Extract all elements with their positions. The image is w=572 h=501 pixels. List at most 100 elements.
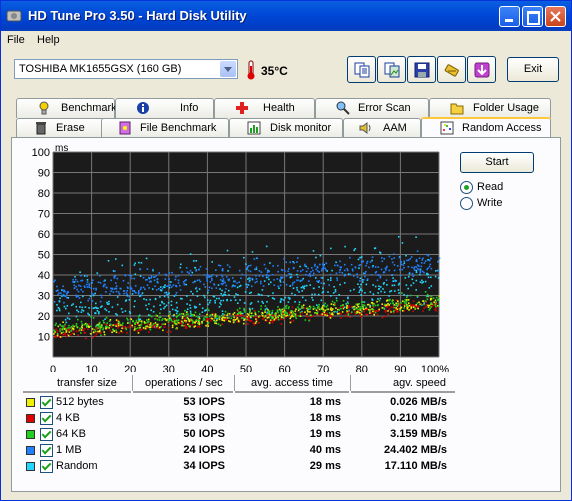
data-point-64-kb (298, 303, 300, 306)
exit-button[interactable]: Exit (507, 57, 559, 82)
data-point-64-kb (376, 304, 379, 307)
data-point-1-mb (196, 279, 199, 282)
copy-text-button[interactable] (347, 56, 376, 83)
data-point-1-mb (116, 277, 119, 280)
write-radio-dot[interactable] (460, 197, 473, 210)
data-point-1-mb (413, 266, 416, 268)
download-button[interactable] (467, 56, 496, 83)
data-point-1-mb (184, 280, 186, 282)
data-point-64-kb (374, 304, 377, 307)
data-point-64-kb (325, 308, 328, 311)
data-point-random (134, 273, 137, 275)
data-point-64-kb (186, 317, 189, 320)
series-checkbox[interactable] (40, 428, 53, 441)
data-point-4-kb (363, 310, 365, 313)
data-point-512-bytes (366, 303, 369, 306)
data-point-4-kb (153, 324, 155, 327)
data-point-random (289, 285, 291, 287)
menu-file[interactable]: File (7, 34, 25, 46)
data-point-1-mb (370, 274, 373, 276)
minimize-button[interactable] (499, 6, 520, 27)
tab-disk-monitor[interactable]: Disk monitor (229, 118, 343, 138)
data-point-1-mb (56, 285, 58, 288)
data-point-64-kb (179, 313, 181, 315)
data-point-random (220, 293, 222, 295)
data-point-64-kb (56, 333, 59, 335)
data-point-4-kb (435, 307, 438, 309)
data-point-1-mb (338, 271, 341, 274)
data-point-64-kb (223, 313, 225, 316)
title-bar[interactable]: HD Tune Pro 3.50 - Hard Disk Utility (1, 1, 571, 31)
tab-benchmark[interactable]: Benchmark (16, 98, 117, 118)
data-point-64-kb (428, 309, 431, 311)
data-point-1-mb (307, 274, 310, 277)
data-point-1-mb (399, 274, 402, 277)
data-point-1-mb (349, 273, 351, 275)
tab-random-access[interactable]: Random Access (421, 117, 551, 138)
data-point-64-kb (121, 324, 123, 327)
tab-file-benchmark[interactable]: File Benchmark (101, 118, 229, 138)
start-button[interactable]: Start (460, 152, 534, 173)
data-point-random (427, 276, 430, 279)
tab-aam[interactable]: AAM (343, 118, 421, 138)
tab-error-scan[interactable]: Error Scan (315, 98, 429, 118)
data-point-64-kb (426, 298, 429, 300)
data-point-1-mb (64, 295, 67, 297)
series-checkbox[interactable] (40, 444, 53, 457)
data-point-64-kb (340, 305, 342, 307)
series-checkbox[interactable] (40, 460, 53, 473)
save-button[interactable] (407, 56, 436, 83)
data-point-1-mb (174, 294, 177, 296)
data-point-1-mb (53, 280, 55, 283)
data-point-4-kb (148, 331, 150, 333)
tab-info[interactable]: Info (115, 98, 214, 118)
data-point-1-mb (215, 269, 217, 271)
data-point-1-mb (393, 264, 396, 266)
data-point-1-mb (225, 288, 227, 290)
data-point-64-kb (188, 325, 190, 327)
data-point-4-kb (110, 326, 113, 328)
series-checkbox[interactable] (40, 412, 53, 425)
maximize-button[interactable] (522, 6, 543, 27)
data-point-random (218, 297, 220, 300)
chevron-down-icon[interactable] (220, 61, 236, 77)
close-button[interactable] (545, 6, 566, 27)
write-radio[interactable]: Write (460, 197, 540, 211)
data-point-1-mb (102, 285, 105, 288)
data-point-64-kb (378, 299, 381, 302)
data-point-1-mb (308, 273, 311, 275)
data-point-4-kb (185, 327, 188, 329)
data-point-1-mb (172, 284, 175, 286)
copy-image-button[interactable] (377, 56, 406, 83)
read-radio-dot[interactable] (460, 181, 473, 194)
tab-health[interactable]: Health (214, 98, 315, 118)
data-point-1-mb (320, 282, 323, 284)
data-point-random (415, 271, 418, 274)
data-point-1-mb (283, 257, 285, 260)
data-point-512-bytes (103, 333, 106, 336)
data-point-random (334, 290, 337, 293)
data-point-512-bytes (207, 325, 209, 327)
data-point-4-kb (207, 319, 209, 321)
data-point-random (330, 247, 332, 250)
data-point-random (314, 293, 316, 296)
data-point-1-mb (169, 284, 171, 286)
data-point-64-kb (64, 323, 66, 326)
read-radio[interactable]: Read (460, 181, 540, 195)
data-point-random (230, 299, 232, 302)
data-point-random (163, 302, 165, 305)
data-point-64-kb (97, 325, 99, 327)
menu-help[interactable]: Help (37, 34, 60, 46)
options-button[interactable] (437, 56, 466, 83)
drive-select[interactable]: TOSHIBA MK1655GSX (160 GB) (14, 59, 238, 79)
data-point-random (196, 295, 199, 297)
series-checkbox[interactable] (40, 396, 53, 409)
data-point-1-mb (336, 264, 339, 267)
data-point-64-kb (285, 307, 287, 310)
data-point-1-mb (426, 253, 428, 256)
data-point-random (272, 292, 274, 294)
tab-folder-usage[interactable]: Folder Usage (429, 98, 551, 118)
data-point-4-kb (246, 317, 248, 319)
data-point-1-mb (260, 271, 263, 273)
x-tick-label: 50 (240, 364, 252, 372)
